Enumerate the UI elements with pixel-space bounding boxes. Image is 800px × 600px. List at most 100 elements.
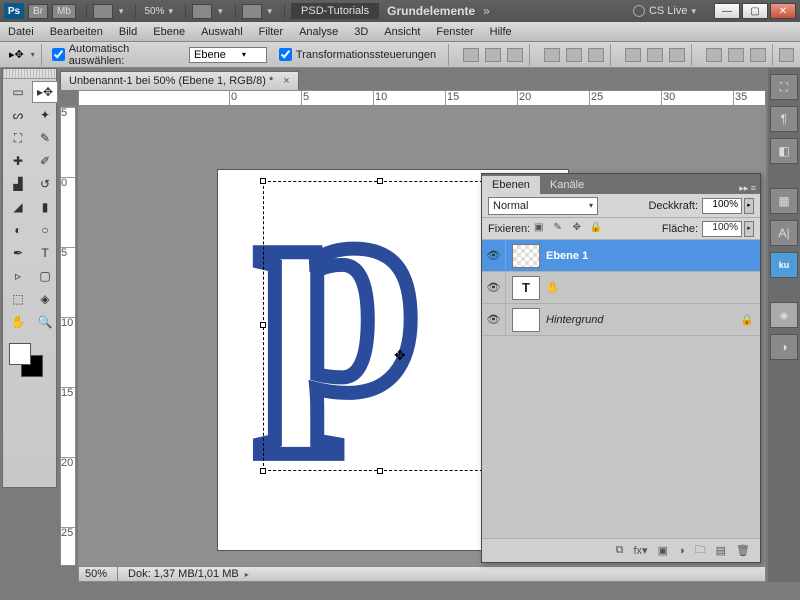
- handle-bc[interactable]: [377, 468, 383, 474]
- blur-tool[interactable]: ◐: [5, 219, 31, 241]
- chevron-down-icon[interactable]: ▾: [218, 6, 223, 17]
- blend-mode-select[interactable]: Normal▾: [488, 197, 598, 215]
- menu-hilfe[interactable]: Hilfe: [490, 26, 512, 38]
- chevron-down-icon[interactable]: ▾: [119, 6, 124, 17]
- layer-thumbnail[interactable]: [512, 308, 540, 332]
- move-tool[interactable]: ▸✥: [32, 81, 58, 103]
- distribute-top-icon[interactable]: [625, 48, 641, 62]
- eraser-tool[interactable]: ◢: [5, 196, 31, 218]
- dock-brush-icon[interactable]: ◧: [770, 138, 798, 164]
- dock-swatches-icon[interactable]: ▦: [770, 188, 798, 214]
- lock-transparency-icon[interactable]: ▣: [531, 222, 546, 237]
- mini-bridge-button[interactable]: Mb: [52, 4, 76, 19]
- handle-bl[interactable]: [260, 468, 266, 474]
- move-tool-icon[interactable]: ▸✥: [6, 46, 27, 64]
- 3d-camera-tool[interactable]: ◈: [32, 288, 58, 310]
- auto-align-icon[interactable]: [779, 48, 794, 62]
- magic-wand-tool[interactable]: ✦: [32, 104, 58, 126]
- layer-style-icon[interactable]: fx▾: [633, 544, 647, 557]
- shape-tool[interactable]: ▢: [32, 265, 58, 287]
- delete-layer-icon[interactable]: 🗑: [736, 544, 750, 557]
- align-vcenter-icon[interactable]: [485, 48, 501, 62]
- group-icon[interactable]: 🗀: [695, 541, 706, 560]
- dock-paragraph-icon[interactable]: ¶: [770, 106, 798, 132]
- foreground-color[interactable]: [9, 343, 31, 365]
- auto-select-target[interactable]: Ebene▾: [189, 47, 267, 63]
- menu-auswahl[interactable]: Auswahl: [201, 26, 243, 38]
- distribute-right-icon[interactable]: [750, 48, 766, 62]
- workspace-preset[interactable]: PSD-Tutorials: [291, 3, 379, 19]
- close-button[interactable]: ✕: [770, 3, 796, 19]
- clone-stamp-tool[interactable]: ▟: [5, 173, 31, 195]
- align-hcenter-icon[interactable]: [566, 48, 582, 62]
- layer-row[interactable]: 👁 Hintergrund 🔒: [482, 304, 760, 336]
- visibility-toggle[interactable]: 👁: [482, 304, 506, 336]
- layer-thumbnail[interactable]: [512, 244, 540, 268]
- distribute-vcenter-icon[interactable]: [647, 48, 663, 62]
- history-brush-tool[interactable]: ↺: [32, 173, 58, 195]
- cs-live-label[interactable]: CS Live: [649, 5, 688, 17]
- fill-field[interactable]: 100%: [702, 221, 742, 237]
- dock-transform-icon[interactable]: ⛶: [770, 74, 798, 100]
- align-left-icon[interactable]: [544, 48, 560, 62]
- visibility-toggle[interactable]: 👁: [482, 240, 506, 272]
- transform-controls-checkbox[interactable]: [279, 48, 292, 61]
- handle-tl[interactable]: [260, 178, 266, 184]
- minimize-button[interactable]: —: [714, 3, 740, 19]
- zoom-level[interactable]: 50%: [144, 6, 164, 17]
- bridge-button[interactable]: Br: [28, 4, 48, 19]
- opacity-flyout-icon[interactable]: ▸: [744, 198, 754, 214]
- tab-ebenen[interactable]: Ebenen: [482, 176, 540, 194]
- brush-tool[interactable]: ✐: [32, 150, 58, 172]
- hand-tool[interactable]: ✋: [5, 311, 31, 333]
- handle-tc[interactable]: [377, 178, 383, 184]
- layer-row[interactable]: 👁 T ✋: [482, 272, 760, 304]
- toolbox-drag-handle[interactable]: [3, 69, 56, 79]
- document-tab[interactable]: Unbenannt-1 bei 50% (Ebene 1, RGB/8) * ×: [60, 71, 299, 90]
- new-layer-icon[interactable]: ▤: [716, 544, 726, 557]
- menu-bearbeiten[interactable]: Bearbeiten: [50, 26, 103, 38]
- fill-flyout-icon[interactable]: ▸: [744, 221, 754, 237]
- lock-pixels-icon[interactable]: ✎: [550, 222, 565, 237]
- dock-character-icon[interactable]: A|: [770, 220, 798, 246]
- visibility-toggle[interactable]: 👁: [482, 272, 506, 304]
- handle-ml[interactable]: [260, 322, 266, 328]
- menu-fenster[interactable]: Fenster: [436, 26, 473, 38]
- transform-bounding-box[interactable]: [263, 181, 498, 471]
- lasso-tool[interactable]: ᔕ: [5, 104, 31, 126]
- close-tab-icon[interactable]: ×: [283, 75, 289, 87]
- menu-ansicht[interactable]: Ansicht: [384, 26, 420, 38]
- ruler-horizontal[interactable]: 0 5 10 15 20 25 30 35: [78, 90, 766, 106]
- gradient-tool[interactable]: ▮: [32, 196, 58, 218]
- menu-datei[interactable]: Datei: [8, 26, 34, 38]
- workspace-name[interactable]: Grundelemente: [387, 4, 475, 18]
- dock-kuler-icon[interactable]: ku: [770, 252, 798, 278]
- healing-brush-tool[interactable]: ✚: [5, 150, 31, 172]
- distribute-bottom-icon[interactable]: [669, 48, 685, 62]
- align-right-icon[interactable]: [588, 48, 604, 62]
- layer-row[interactable]: 👁 Ebene 1: [482, 240, 760, 272]
- maximize-button[interactable]: ▢: [742, 3, 768, 19]
- chevron-right-icon[interactable]: ▸: [245, 570, 249, 579]
- arrange-docs-icon[interactable]: [93, 4, 113, 19]
- distribute-left-icon[interactable]: [706, 48, 722, 62]
- chevron-down-icon[interactable]: ▾: [168, 6, 173, 17]
- layer-mask-icon[interactable]: ▣: [658, 544, 668, 557]
- ruler-vertical[interactable]: 5 0 5 10 15 20 25: [60, 106, 76, 566]
- screen-mode-icon[interactable]: [192, 4, 212, 19]
- menu-analyse[interactable]: Analyse: [299, 26, 338, 38]
- cs-live-icon[interactable]: [633, 5, 645, 17]
- dock-adjustments-icon[interactable]: ◑: [770, 334, 798, 360]
- 3d-tool[interactable]: ⬚: [5, 288, 31, 310]
- extras-icon[interactable]: [242, 4, 262, 19]
- status-zoom[interactable]: 50%: [85, 568, 107, 580]
- layer-name[interactable]: Hintergrund: [546, 314, 740, 326]
- adjustment-layer-icon[interactable]: ◑: [678, 545, 685, 557]
- menu-filter[interactable]: Filter: [259, 26, 283, 38]
- layer-name[interactable]: Ebene 1: [546, 250, 760, 262]
- menu-bild[interactable]: Bild: [119, 26, 137, 38]
- dodge-tool[interactable]: ○: [32, 219, 58, 241]
- path-selection-tool[interactable]: ▹: [5, 265, 31, 287]
- align-bottom-icon[interactable]: [507, 48, 523, 62]
- pen-tool[interactable]: ✒: [5, 242, 31, 264]
